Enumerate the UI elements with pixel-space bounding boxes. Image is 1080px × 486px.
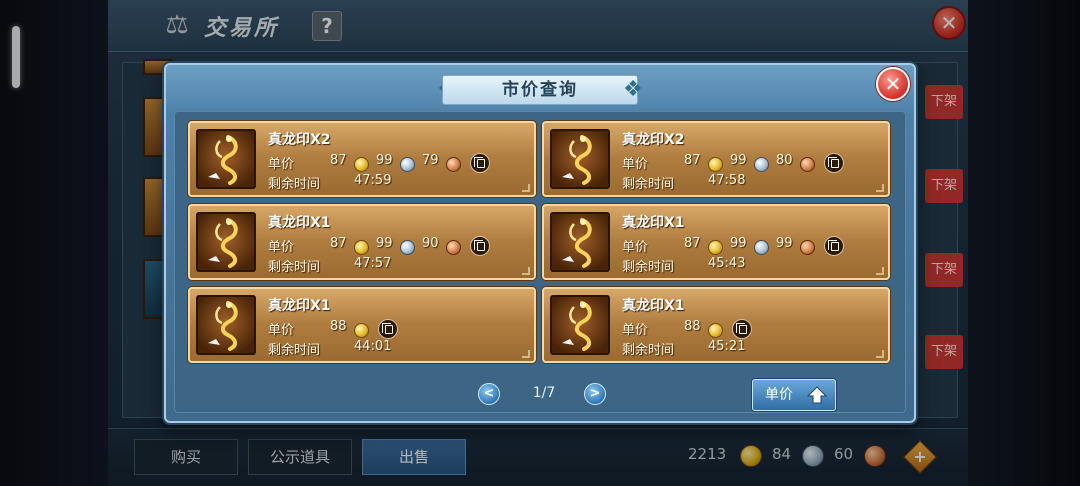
sort-arrow-icon xyxy=(807,386,827,404)
dragon-seal-icon xyxy=(196,212,256,272)
dragon-seal-icon xyxy=(550,212,610,272)
card-corner-ornament xyxy=(876,267,884,275)
gold-price: 88 xyxy=(684,319,701,334)
item-name: 真龙印X1 xyxy=(268,298,331,314)
card-corner-ornament xyxy=(876,184,884,192)
silver-coin-icon xyxy=(754,240,769,255)
copper-coin-icon xyxy=(446,240,461,255)
silver-price: 99 xyxy=(730,153,747,168)
item-detail-icon[interactable] xyxy=(824,236,844,256)
time-left: 45:43 xyxy=(708,256,746,271)
gold-price: 88 xyxy=(330,319,347,334)
gold-coin-icon xyxy=(708,157,723,172)
dialog-title: 市价查询 xyxy=(442,75,638,105)
ornament-right-icon: ❖ xyxy=(623,77,643,102)
time-left-label: 剩余时间 xyxy=(622,260,675,275)
time-left-label: 剩余时间 xyxy=(268,260,321,275)
unit-price-label: 单价 xyxy=(268,323,295,338)
gold-coin-icon xyxy=(354,323,369,338)
gold-price: 87 xyxy=(684,153,701,168)
listing-card[interactable]: 真龙印X2 单价剩余时间 87 99 80 47:58 xyxy=(542,121,890,197)
copper-price: 90 xyxy=(422,236,439,251)
prev-page-button[interactable]: < xyxy=(478,383,500,405)
sort-label: 单价 xyxy=(765,387,793,403)
copper-coin-icon xyxy=(800,157,815,172)
dialog-close-button[interactable]: ✕ xyxy=(876,67,910,101)
dragon-seal-icon xyxy=(196,295,256,355)
next-page-button[interactable]: > xyxy=(584,383,606,405)
copper-coin-icon xyxy=(446,157,461,172)
listing-card[interactable]: 真龙印X2 单价剩余时间 87 99 79 47:59 xyxy=(188,121,536,197)
item-name: 真龙印X2 xyxy=(622,132,685,148)
listing-card[interactable]: 真龙印X1 单价剩余时间 87 99 90 47:57 xyxy=(188,204,536,280)
copper-price: 99 xyxy=(776,236,793,251)
silver-coin-icon xyxy=(400,240,415,255)
unit-price-label: 单价 xyxy=(268,157,295,172)
item-name: 真龙印X1 xyxy=(622,215,685,231)
time-left-label: 剩余时间 xyxy=(268,343,321,358)
gold-price: 87 xyxy=(684,236,701,251)
item-name: 真龙印X1 xyxy=(622,298,685,314)
silver-price: 99 xyxy=(730,236,747,251)
unit-price-label: 单价 xyxy=(622,240,649,255)
card-corner-ornament xyxy=(522,184,530,192)
silver-price: 99 xyxy=(376,236,393,251)
item-detail-icon[interactable] xyxy=(824,153,844,173)
time-left-label: 剩余时间 xyxy=(622,177,675,192)
gold-price: 87 xyxy=(330,236,347,251)
sort-by-price-button[interactable]: 单价 xyxy=(752,379,836,411)
time-left-label: 剩余时间 xyxy=(268,177,321,192)
silver-price: 99 xyxy=(376,153,393,168)
dragon-seal-icon xyxy=(550,129,610,189)
dragon-seal-icon xyxy=(550,295,610,355)
card-corner-ornament xyxy=(522,350,530,358)
item-name: 真龙印X1 xyxy=(268,215,331,231)
card-corner-ornament xyxy=(876,350,884,358)
copper-price: 80 xyxy=(776,153,793,168)
gold-coin-icon xyxy=(708,323,723,338)
item-detail-icon[interactable] xyxy=(732,319,752,339)
item-detail-icon[interactable] xyxy=(470,153,490,173)
gold-coin-icon xyxy=(354,157,369,172)
listing-card[interactable]: 真龙印X1 单价剩余时间 88 44:01 xyxy=(188,287,536,363)
gold-price: 87 xyxy=(330,153,347,168)
card-corner-ornament xyxy=(522,267,530,275)
item-detail-icon[interactable] xyxy=(378,319,398,339)
silver-coin-icon xyxy=(400,157,415,172)
page-indicator: 1/7 xyxy=(532,385,556,401)
item-detail-icon[interactable] xyxy=(470,236,490,256)
unit-price-label: 单价 xyxy=(622,157,649,172)
silver-coin-icon xyxy=(754,157,769,172)
market-price-dialog: ❖ 市价查询 ❖ ✕ 真龙印X2单价剩余时间87997947:59真龙印X2单价… xyxy=(164,63,916,423)
time-left: 47:58 xyxy=(708,173,746,188)
unit-price-label: 单价 xyxy=(622,323,649,338)
gold-coin-icon xyxy=(354,240,369,255)
gold-coin-icon xyxy=(708,240,723,255)
time-left-label: 剩余时间 xyxy=(622,343,675,358)
copper-price: 79 xyxy=(422,153,439,168)
item-name: 真龙印X2 xyxy=(268,132,331,148)
dragon-seal-icon xyxy=(196,129,256,189)
listing-card[interactable]: 真龙印X1 单价剩余时间 88 45:21 xyxy=(542,287,890,363)
unit-price-label: 单价 xyxy=(268,240,295,255)
time-left: 47:57 xyxy=(354,256,392,271)
copper-coin-icon xyxy=(800,240,815,255)
time-left: 45:21 xyxy=(708,339,746,354)
time-left: 44:01 xyxy=(354,339,392,354)
listing-card[interactable]: 真龙印X1 单价剩余时间 87 99 99 45:43 xyxy=(542,204,890,280)
time-left: 47:59 xyxy=(354,173,392,188)
